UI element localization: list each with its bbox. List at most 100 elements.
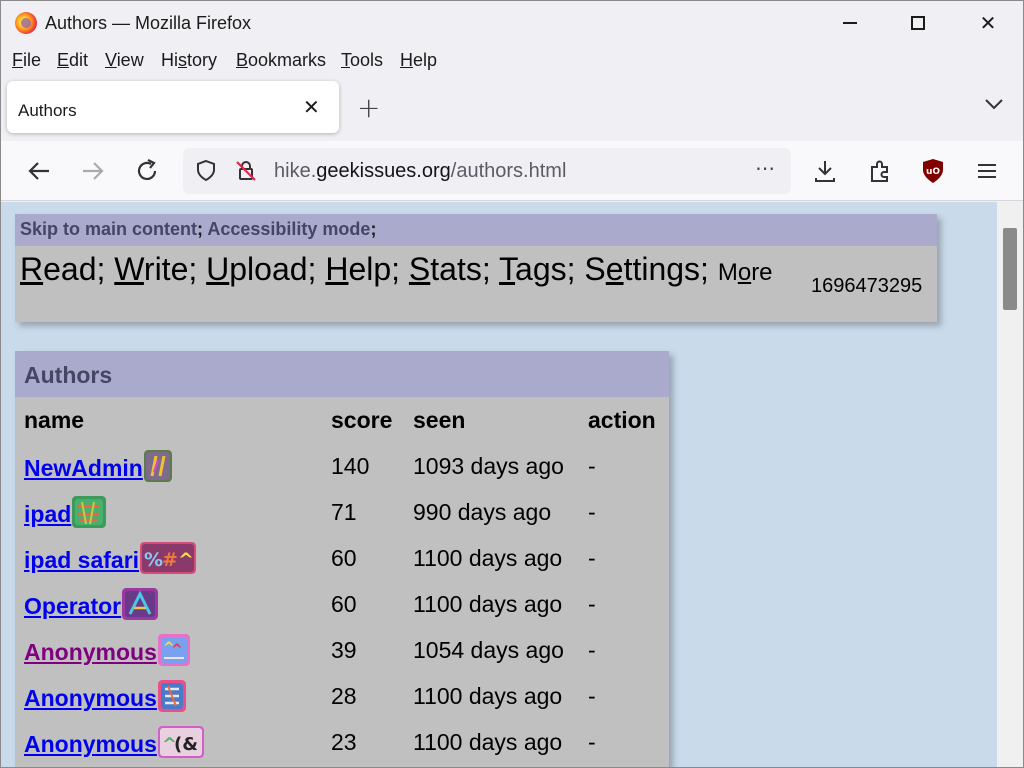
seen-cell: 1100 days ago <box>413 544 563 571</box>
url-domain: geekissues.org <box>316 160 451 182</box>
shield-icon[interactable] <box>193 158 219 184</box>
accessibility-mode-link[interactable]: Accessibility mode <box>207 219 370 239</box>
table-row: NewAdmin 140 1093 days ago - <box>15 443 669 489</box>
nav-tags-link[interactable]: Tags <box>499 251 567 287</box>
tab-close-icon[interactable]: ✕ <box>303 95 320 119</box>
menu-accel: F <box>12 50 23 70</box>
nav-label: pload <box>229 251 308 287</box>
scrollbar-thumb[interactable] <box>1003 228 1017 310</box>
score-cell: 28 <box>331 682 357 709</box>
avatar-icon[interactable]: ^(& <box>157 726 204 758</box>
nav-label: ttings <box>623 251 701 287</box>
avatar-icon[interactable] <box>72 496 107 528</box>
author-name-cell: ipad safari% # ^ <box>15 535 322 581</box>
action-cell: - <box>588 452 596 479</box>
menu-view[interactable]: View <box>105 50 144 71</box>
url-path: /authors.html <box>450 160 567 182</box>
column-header-seen[interactable]: seen <box>404 397 579 443</box>
insecure-lock-icon[interactable] <box>233 158 259 184</box>
action-cell: - <box>588 544 596 571</box>
menu-label: dit <box>69 50 89 70</box>
avatar-icon[interactable] <box>157 680 186 712</box>
menu-accel: H <box>400 50 413 70</box>
authors-table: name score seen action NewAdmin 140 1093… <box>15 397 669 765</box>
menu-bookmarks[interactable]: Bookmarks <box>236 50 326 71</box>
action-cell: - <box>588 682 596 709</box>
column-header-action: action <box>588 406 656 433</box>
forward-arrow-icon[interactable] <box>79 157 107 185</box>
menu-tools[interactable]: Tools <box>341 50 383 71</box>
nav-settings-link[interactable]: Settings <box>584 251 700 287</box>
avatar-icon[interactable] <box>143 450 172 482</box>
ublock-origin-icon[interactable]: uO <box>919 157 947 185</box>
svg-text:^: ^ <box>171 642 183 658</box>
nav-more-link[interactable]: More <box>718 259 773 286</box>
seen-cell: 1100 days ago <box>413 728 563 755</box>
nav-accel: o <box>737 259 752 286</box>
menu-edit[interactable]: Edit <box>57 50 88 71</box>
action-cell: - <box>588 636 596 663</box>
seen-cell: 1093 days ago <box>413 452 564 479</box>
page-actions-icon[interactable]: ⋯ <box>755 156 776 180</box>
window-title: Authors — Mozilla Firefox <box>45 13 252 33</box>
tab-title: Authors <box>18 101 77 120</box>
nav-label: ags <box>515 251 567 287</box>
avatar-icon[interactable]: ^^ <box>157 634 190 666</box>
skip-bar: Skip to main content; Accessibility mode… <box>15 214 937 246</box>
score-cell: 60 <box>331 544 357 571</box>
minimize-button[interactable] <box>815 1 885 45</box>
menu-history[interactable]: History <box>161 50 217 71</box>
reload-icon[interactable] <box>133 157 161 185</box>
score-cell: 140 <box>331 452 370 479</box>
url-bar[interactable]: hike.geekissues.org/authors.html ⋯ <box>183 148 791 194</box>
menu-bar: File Edit View History Bookmarks Tools H… <box>1 45 1023 77</box>
author-name-cell: NewAdmin <box>15 443 322 489</box>
menu-help[interactable]: Help <box>400 50 437 71</box>
close-window-button[interactable]: ✕ <box>953 1 1023 45</box>
new-tab-button[interactable]: + <box>357 91 380 124</box>
chevron-down-icon[interactable] <box>983 93 1005 115</box>
seen-cell: 1054 days ago <box>413 636 564 663</box>
svg-text:%: % <box>144 549 163 571</box>
author-link[interactable]: ipad safari <box>24 547 139 573</box>
score-cell: 39 <box>331 636 357 663</box>
nav-read-link[interactable]: Read <box>20 251 97 287</box>
url-text[interactable]: hike.geekissues.org/authors.html <box>274 160 566 183</box>
author-link[interactable]: NewAdmin <box>24 455 143 481</box>
menu-file[interactable]: File <box>12 50 41 71</box>
hamburger-menu-icon[interactable] <box>973 157 1001 185</box>
menu-label: elp <box>413 50 438 70</box>
back-arrow-icon[interactable] <box>25 157 53 185</box>
authors-title: Authors <box>24 362 113 388</box>
action-cell: - <box>588 728 596 755</box>
maximize-button[interactable] <box>883 1 953 45</box>
score-cell: 60 <box>331 590 357 617</box>
download-icon[interactable] <box>811 157 839 185</box>
column-header-name[interactable]: name <box>15 397 322 443</box>
author-link[interactable]: Operator <box>24 593 121 619</box>
nav-upload-link[interactable]: Upload <box>206 251 307 287</box>
author-link[interactable]: ipad <box>24 501 71 527</box>
seen-cell: 990 days ago <box>413 498 552 525</box>
close-icon: ✕ <box>979 11 997 35</box>
menu-label: tory <box>187 50 218 70</box>
avatar-icon[interactable]: %# ^ <box>140 542 197 574</box>
site-header: Skip to main content; Accessibility mode… <box>15 214 937 322</box>
page-viewport: Skip to main content; Accessibility mode… <box>1 202 997 767</box>
skip-to-main-link[interactable]: Skip to main content <box>20 219 197 239</box>
author-link[interactable]: Anonymous <box>24 731 157 757</box>
nav-write-link[interactable]: Write <box>114 251 188 287</box>
column-header-score[interactable]: score <box>322 397 404 443</box>
nav-label: ead <box>43 251 97 287</box>
author-link[interactable]: Anonymous <box>24 639 157 665</box>
menu-accel: B <box>236 50 249 70</box>
author-link[interactable]: Anonymous <box>24 685 157 711</box>
vertical-scrollbar[interactable] <box>997 202 1023 767</box>
tab-authors[interactable]: Authors ✕ <box>7 81 339 133</box>
table-row: Anonymous 28 1100 days ago - <box>15 673 669 719</box>
nav-help-link[interactable]: Help <box>325 251 391 287</box>
nav-stats-link[interactable]: Stats <box>409 251 482 287</box>
author-name-cell: Operator <box>15 581 322 627</box>
extensions-icon[interactable] <box>866 157 894 185</box>
avatar-icon[interactable] <box>122 588 159 620</box>
